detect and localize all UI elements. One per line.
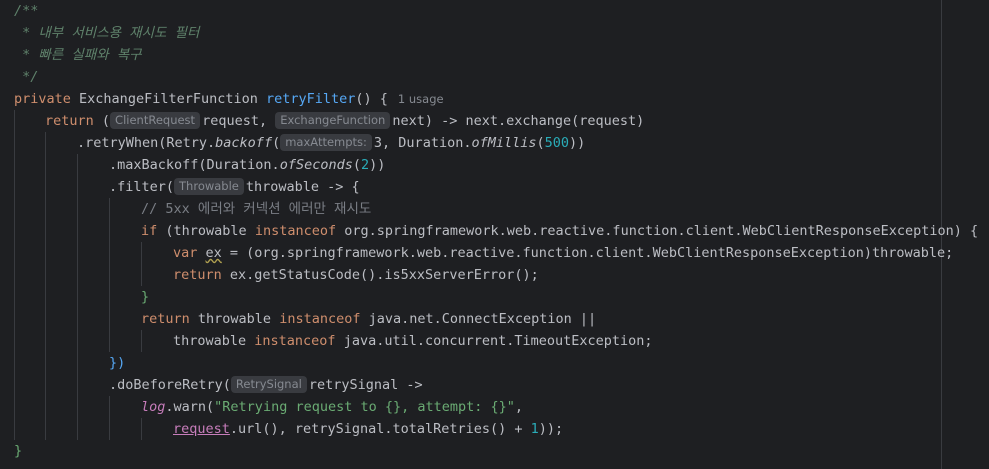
code-editor[interactable]: /** * 내부 서비스용 재시도 필터 * 빠른 실패와 복구 */ priv… xyxy=(0,0,989,469)
code-text: .maxBackoff(Duration. xyxy=(109,157,280,173)
code-text: )) xyxy=(569,135,586,151)
closing-brace: } xyxy=(14,443,23,459)
indent-guide xyxy=(109,198,110,352)
code-line: return (ClientRequest request, ExchangeFu… xyxy=(45,110,644,132)
code-text: retrySignal -> xyxy=(308,377,423,393)
return-keyword: return xyxy=(45,113,94,129)
code-text: throwable -> { xyxy=(245,179,360,195)
return-keyword: return xyxy=(173,267,222,283)
closing-paren: }) xyxy=(109,355,126,371)
code-line: .filter(Throwable throwable -> { xyxy=(109,176,360,198)
param-type-hint: ClientRequest xyxy=(110,112,201,129)
code-line: .retryWhen(Retry.backoff(maxAttempts: 3, … xyxy=(77,132,585,154)
code-line: if (throwable instanceof org.springframe… xyxy=(141,220,978,242)
code-text: .warn( xyxy=(165,399,215,415)
warning-variable[interactable]: ex xyxy=(206,245,222,261)
code-line: .maxBackoff(Duration.ofSeconds(2)) xyxy=(109,154,385,176)
static-method: ofSeconds xyxy=(279,157,353,173)
code-text: )) xyxy=(369,157,386,173)
code-text: next) -> next.exchange(request) xyxy=(392,113,645,129)
code-text: throwable xyxy=(173,333,255,349)
code-text: ex.getStatusCode().is5xxServerError(); xyxy=(221,267,539,283)
line-comment: // 5xx 에러와 커넥션 에러만 재시도 xyxy=(141,201,372,217)
closing-brace: } xyxy=(141,289,150,305)
code-line: .doBeforeRetry(RetrySignal retrySignal -> xyxy=(109,374,423,396)
static-method: backoff xyxy=(215,135,273,151)
code-text: java.net.ConnectException || xyxy=(360,311,597,327)
string-literal: "Retrying request to {}, attempt: {}" xyxy=(214,399,515,415)
code-line: throwable instanceof java.util.concurren… xyxy=(173,330,653,352)
code-text: .retryWhen(Retry. xyxy=(77,135,216,151)
code-text: request, xyxy=(202,113,276,129)
param-type-hint: RetrySignal xyxy=(230,376,307,393)
code-line: var ex = (org.springframework.web.reacti… xyxy=(173,242,953,264)
instanceof-keyword: instanceof xyxy=(254,333,336,349)
method-signature-line: private ExchangeFilterFunction retryFilt… xyxy=(14,88,444,110)
number-literal: 500 xyxy=(544,135,570,151)
code-text: .url(), retrySignal.totalRetries() + xyxy=(229,421,531,437)
doc-comment-line: * 빠른 실패와 복구 xyxy=(14,47,142,63)
indent-guide xyxy=(141,242,142,286)
usage-hint[interactable]: 1 usage xyxy=(398,92,444,106)
method-name[interactable]: retryFilter xyxy=(266,91,355,107)
indent-guide xyxy=(14,110,15,440)
doc-comment-line: */ xyxy=(14,69,39,85)
indent-guide xyxy=(77,154,78,440)
indent-guide xyxy=(141,418,142,440)
param-name-hint: maxAttempts: xyxy=(280,134,372,151)
code-line: return throwable instanceof java.net.Con… xyxy=(141,308,596,330)
code-text: ( xyxy=(352,157,361,173)
code-text: org.springframework.web.reactive.functio… xyxy=(336,223,979,239)
doc-comment-line: * 내부 서비스용 재시도 필터 xyxy=(14,25,200,41)
indent-guide xyxy=(45,132,46,440)
var-keyword: var xyxy=(173,245,198,261)
instanceof-keyword: instanceof xyxy=(279,311,361,327)
code-line: log.warn("Retrying request to {}, attemp… xyxy=(141,396,523,418)
code-text: )); xyxy=(538,421,564,437)
if-keyword: if xyxy=(141,223,158,239)
code-text: ( xyxy=(536,135,545,151)
code-text: ( xyxy=(272,135,281,151)
code-text: 3, Duration. xyxy=(373,135,472,151)
indent-guide xyxy=(141,330,142,352)
number-literal: 1 xyxy=(530,421,539,437)
code-text: throwable xyxy=(189,311,280,327)
request-variable[interactable]: request xyxy=(173,421,230,437)
static-method: ofMillis xyxy=(471,135,537,151)
code-text: .filter( xyxy=(109,179,175,195)
param-type-hint: Throwable xyxy=(174,178,244,195)
param-type-hint: ExchangeFunction xyxy=(275,112,391,129)
return-type: ExchangeFilterFunction xyxy=(79,91,258,107)
instanceof-keyword: instanceof xyxy=(254,223,337,239)
modifier-keyword: private xyxy=(14,91,71,107)
method-params: () { xyxy=(355,91,388,107)
number-literal: 2 xyxy=(360,157,370,173)
indent-guide xyxy=(109,396,110,440)
code-line: return ex.getStatusCode().is5xxServerErr… xyxy=(173,264,539,286)
return-keyword: return xyxy=(141,311,190,327)
code-text: ( xyxy=(93,113,111,129)
code-text: (throwable xyxy=(157,223,255,239)
log-field[interactable]: log xyxy=(141,399,165,415)
doc-comment-line: /** xyxy=(14,3,39,19)
code-text: java.util.concurrent.TimeoutException; xyxy=(335,333,653,349)
code-text: .doBeforeRetry( xyxy=(109,377,231,393)
code-text: , xyxy=(514,399,524,415)
code-line: request.url(), retrySignal.totalRetries(… xyxy=(173,418,563,440)
code-text: = (org.springframework.web.reactive.func… xyxy=(221,245,954,261)
